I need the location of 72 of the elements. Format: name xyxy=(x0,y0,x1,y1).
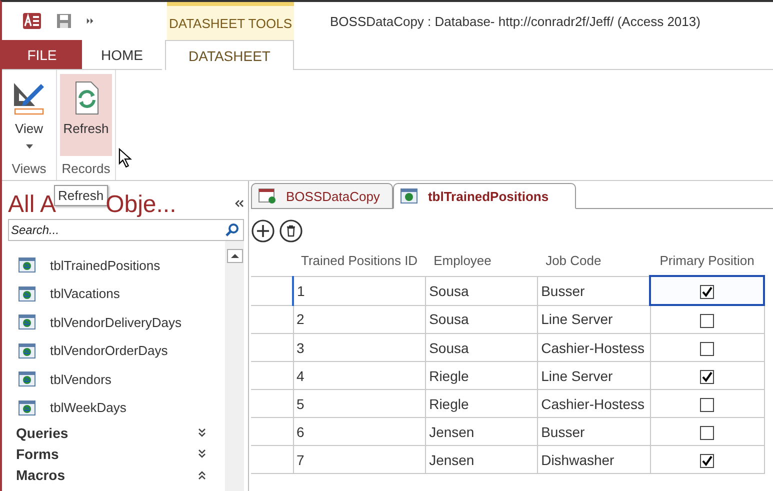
table-cell: Dishwasher xyxy=(538,446,650,474)
scroll-up-icon[interactable] xyxy=(226,249,242,263)
table-cell: Jensen xyxy=(426,418,538,446)
table-cell: Jensen xyxy=(426,446,538,474)
checkbox[interactable] xyxy=(700,314,714,328)
table-cell: Riegle xyxy=(426,390,538,418)
window-title: BOSSDataCopy : Database- http://conradr2f/Jeff/ (Access 2013) xyxy=(329,12,700,31)
table-cell: Busser xyxy=(538,418,650,446)
linked-table-icon xyxy=(18,314,36,330)
collapse-icon[interactable] xyxy=(234,199,244,208)
scrollbar[interactable] xyxy=(225,241,244,491)
linked-table-icon xyxy=(18,342,36,359)
checkbox[interactable] xyxy=(700,398,714,412)
group-label: Views xyxy=(10,160,48,178)
table-cell: Line Server xyxy=(538,305,650,334)
checkbox[interactable] xyxy=(700,342,714,356)
linked-table-icon xyxy=(18,257,36,274)
table-cell: 5 xyxy=(293,390,426,418)
contextual-tab-label: DATASHEET TOOLS xyxy=(167,2,294,40)
group-label: Records xyxy=(60,160,112,178)
linked-table-icon xyxy=(400,188,418,204)
nav-item[interactable]: tblVendorDeliveryDays xyxy=(8,308,225,336)
mouse-cursor-icon xyxy=(118,148,132,168)
checkbox-cell[interactable] xyxy=(650,276,764,305)
nav-item[interactable]: tblTrainedPositions xyxy=(8,251,225,280)
table-cell: 7 xyxy=(293,446,426,474)
table-cell: Sousa xyxy=(426,305,538,334)
nav-item[interactable]: tblVendorOrderDays xyxy=(8,336,225,365)
add-icon[interactable] xyxy=(251,219,275,243)
checkbox[interactable] xyxy=(700,454,714,468)
tooltip: Refresh xyxy=(54,185,108,206)
nav-item[interactable]: tblWeekDays xyxy=(8,394,225,422)
table-cell: 1 xyxy=(293,276,426,305)
ribbon-tab[interactable]: FILE xyxy=(2,40,82,70)
customize-icon[interactable] xyxy=(86,17,95,25)
delete-icon[interactable] xyxy=(279,219,303,243)
checkbox[interactable] xyxy=(700,284,714,299)
ribbon-button[interactable]: Refresh xyxy=(60,74,112,156)
table-cell: 2 xyxy=(293,305,426,334)
linked-table-icon xyxy=(18,400,36,416)
linked-table-icon xyxy=(18,286,36,302)
nav-section-header[interactable]: Macros xyxy=(8,464,225,485)
table-cell: Sousa xyxy=(426,276,538,305)
nav-section-header[interactable]: Queries xyxy=(8,422,225,443)
ribbon-tab[interactable]: HOME xyxy=(82,40,162,70)
table-cell: 3 xyxy=(293,334,426,362)
column-header[interactable]: Employee xyxy=(434,252,492,268)
nav-pane-title: Obje... xyxy=(106,190,176,219)
ribbon-tab[interactable]: DATASHEET xyxy=(165,40,294,70)
document-tab[interactable]: BOSSDataCopy xyxy=(251,183,393,209)
save-icon[interactable] xyxy=(56,13,72,29)
table-cell: 6 xyxy=(293,418,426,446)
column-header[interactable]: Trained Positions ID xyxy=(301,252,418,268)
nav-pane-title: All A xyxy=(8,190,56,219)
table-cell: Cashier-Hostess xyxy=(538,390,650,418)
column-header[interactable]: Job Code xyxy=(546,252,602,268)
table-cell: 4 xyxy=(293,362,426,390)
table-cell: Cashier-Hostess xyxy=(538,334,650,362)
document-tab[interactable]: tblTrainedPositions xyxy=(392,183,576,209)
app-logo-icon[interactable] xyxy=(22,11,42,31)
column-header[interactable]: Primary Position xyxy=(660,252,754,268)
checkbox[interactable] xyxy=(700,426,714,440)
table-cell: Riegle xyxy=(426,362,538,390)
nav-item[interactable]: tblVendors xyxy=(8,365,225,394)
ribbon-button[interactable]: View xyxy=(5,74,53,159)
nav-section-header[interactable]: Forms xyxy=(8,443,225,464)
checkbox[interactable] xyxy=(700,370,714,384)
linked-table-icon xyxy=(18,371,36,388)
nav-item[interactable]: tblVacations xyxy=(8,280,225,308)
table-cell: Sousa xyxy=(426,334,538,362)
table-cell: Line Server xyxy=(538,362,650,390)
database-icon xyxy=(258,188,276,204)
